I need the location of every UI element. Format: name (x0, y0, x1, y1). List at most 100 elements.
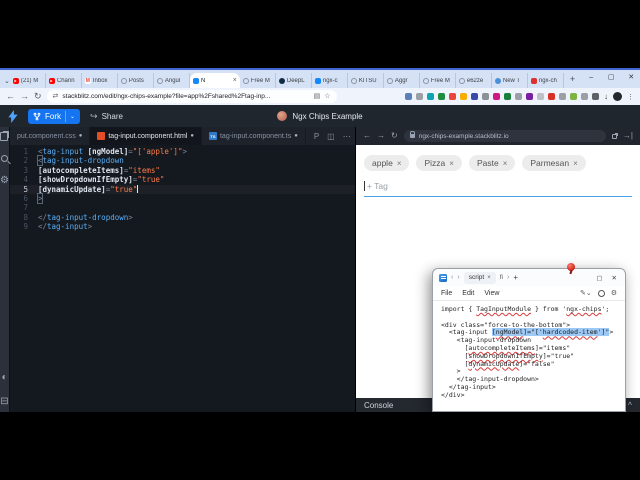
files-icon[interactable] (0, 132, 8, 141)
code-line[interactable]: 1<tag-input [ngModel]="['apple']"> (10, 147, 359, 156)
fork-button[interactable]: Fork ⌄ (28, 109, 80, 124)
reader-mode-icon[interactable]: ▤ (314, 93, 321, 100)
preview-back-icon[interactable]: ← (363, 132, 371, 140)
tag-chip[interactable]: apple× (364, 155, 409, 171)
preview-url[interactable]: ngx-chips-example.stackblitz.io (419, 133, 509, 140)
extension-icon[interactable] (493, 93, 500, 100)
tag-input[interactable]: + Tag (364, 179, 632, 193)
open-external-icon[interactable] (612, 134, 617, 139)
tab-scroll-right-icon[interactable]: › (457, 274, 459, 281)
code-line[interactable]: 6> (10, 194, 359, 203)
extension-icon[interactable] (515, 93, 522, 100)
browser-tab[interactable]: New T (492, 73, 528, 88)
tag-chip[interactable]: Parmesan× (522, 155, 585, 171)
more-actions-icon[interactable]: ⋯ (343, 132, 351, 141)
site-info-icon[interactable]: ⇄ (53, 93, 59, 100)
theme-toggle-icon[interactable]: ◐ (1, 373, 7, 383)
chip-remove-icon[interactable]: × (503, 159, 508, 168)
browser-tab[interactable]: DeepL (276, 73, 312, 88)
tag-chip[interactable]: Paste× (469, 155, 515, 171)
chip-remove-icon[interactable]: × (449, 159, 454, 168)
prettier-icon[interactable]: P (314, 132, 319, 141)
code-line[interactable]: 5[dynamicUpdate]="true" (10, 185, 359, 194)
tab-overflow-icon[interactable]: › (507, 274, 509, 281)
browser-tab[interactable]: (21) M (10, 73, 46, 88)
editor-file-tab[interactable]: put.component.css● (10, 127, 90, 145)
notepad-new-tab-button[interactable]: + (513, 273, 518, 282)
bottom-panel-icon[interactable]: ⊟ (0, 397, 8, 407)
search-icon[interactable] (1, 155, 8, 162)
browser-tab[interactable]: ngx-c (312, 73, 348, 88)
close-button[interactable]: ✕ (621, 70, 640, 84)
browser-tab[interactable]: Aggr (384, 73, 420, 88)
maximize-button[interactable]: ▢ (601, 70, 621, 84)
code-line[interactable]: 8</tag-input-dropdown> (10, 213, 359, 222)
code-line[interactable]: 3[autocompleteItems]="items" (10, 166, 359, 175)
preview-url-bar[interactable]: ngx-chips-example.stackblitz.io (404, 130, 606, 142)
dock-panel-icon[interactable]: →| (623, 132, 633, 140)
extension-icon[interactable] (416, 93, 423, 100)
notepad-tab-partial[interactable]: fi (500, 274, 503, 281)
share-button[interactable]: ↪ Share (90, 111, 123, 122)
notepad-maximize-button[interactable]: ▢ (596, 274, 602, 282)
extension-icon[interactable] (460, 93, 467, 100)
code-line[interactable]: 4[showDropdownIfEmpty]="true" (10, 175, 359, 184)
extension-icon[interactable] (504, 93, 511, 100)
menu-view[interactable]: View (484, 290, 499, 297)
notepad-tab-close-icon[interactable]: × (487, 275, 491, 281)
console-expand-icon[interactable]: ^ (628, 402, 632, 409)
preview-reload-icon[interactable]: ↻ (391, 132, 398, 140)
extension-icon[interactable] (559, 93, 566, 100)
browser-tab[interactable]: Chann (46, 73, 82, 88)
forward-icon[interactable]: → (20, 92, 29, 101)
preview-forward-icon[interactable]: → (377, 132, 385, 140)
new-tab-button[interactable]: + (564, 74, 581, 84)
settings-gear-icon[interactable]: ⚙ (0, 176, 9, 186)
bookmark-star-icon[interactable]: ☆ (324, 93, 330, 100)
extension-icon[interactable] (449, 93, 456, 100)
extension-icon[interactable] (570, 93, 577, 100)
profile-avatar[interactable] (613, 92, 622, 101)
notepad-title-bar[interactable]: ‹ › script × fi › + ▢ ✕ (433, 269, 625, 286)
url-omnibox[interactable]: ⇄ stackblitz.com/edit/ngx-chips-example?… (47, 90, 337, 103)
code-editor[interactable]: 1<tag-input [ngModel]="['apple']">2<tag-… (10, 145, 359, 412)
extension-icon[interactable] (405, 93, 412, 100)
editor-file-tab[interactable]: TStag-input.component.ts● (202, 127, 306, 145)
browser-tab[interactable]: Free M (420, 73, 456, 88)
code-line[interactable]: 9</tag-input> (10, 222, 359, 231)
browser-tab[interactable]: KITSU (348, 73, 384, 88)
tag-chip[interactable]: Pizza× (416, 155, 461, 171)
stackblitz-logo-icon[interactable] (8, 110, 18, 123)
extension-icon[interactable] (592, 93, 599, 100)
notepad-text-area[interactable]: import { TagInputModule } from 'ngx-chip… (433, 301, 625, 411)
extension-icon[interactable] (526, 93, 533, 100)
notepad-settings-gear-icon[interactable]: ⚙ (611, 290, 617, 297)
menu-file[interactable]: File (441, 290, 452, 297)
browser-menu-icon[interactable]: ⋮ (627, 93, 634, 101)
browser-tab[interactable]: MInbox (82, 73, 118, 88)
browser-tab[interactable]: ngx-ch (528, 73, 564, 88)
notepad-tab-script[interactable]: script × (464, 272, 496, 284)
editor-file-tab[interactable]: tag-input.component.html● (90, 127, 202, 145)
downloads-icon[interactable]: ↓ (604, 92, 608, 101)
extension-icon[interactable] (581, 93, 588, 100)
menu-edit[interactable]: Edit (462, 290, 474, 297)
notepad-close-button[interactable]: ✕ (612, 274, 617, 282)
chip-remove-icon[interactable]: × (573, 159, 578, 168)
extension-icon[interactable] (548, 93, 555, 100)
browser-tab[interactable]: Posts (118, 73, 154, 88)
reload-icon[interactable]: ↻ (34, 92, 42, 101)
extension-icon[interactable] (471, 93, 478, 100)
back-icon[interactable]: ← (6, 92, 15, 101)
tab-scroll-left-icon[interactable]: ‹ (451, 274, 453, 281)
extension-icon[interactable] (482, 93, 489, 100)
code-line[interactable]: 2<tag-input-dropdown (10, 156, 359, 165)
extension-icon[interactable] (537, 93, 544, 100)
copilot-icon[interactable]: ✎⌄ (580, 290, 592, 297)
split-editor-icon[interactable]: ◫ (327, 132, 335, 141)
code-line[interactable]: 7 (10, 203, 359, 212)
account-icon[interactable] (598, 290, 605, 297)
browser-tab[interactable]: Angul (154, 73, 190, 88)
fork-chevron-icon[interactable]: ⌄ (70, 113, 75, 120)
chip-remove-icon[interactable]: × (397, 159, 402, 168)
